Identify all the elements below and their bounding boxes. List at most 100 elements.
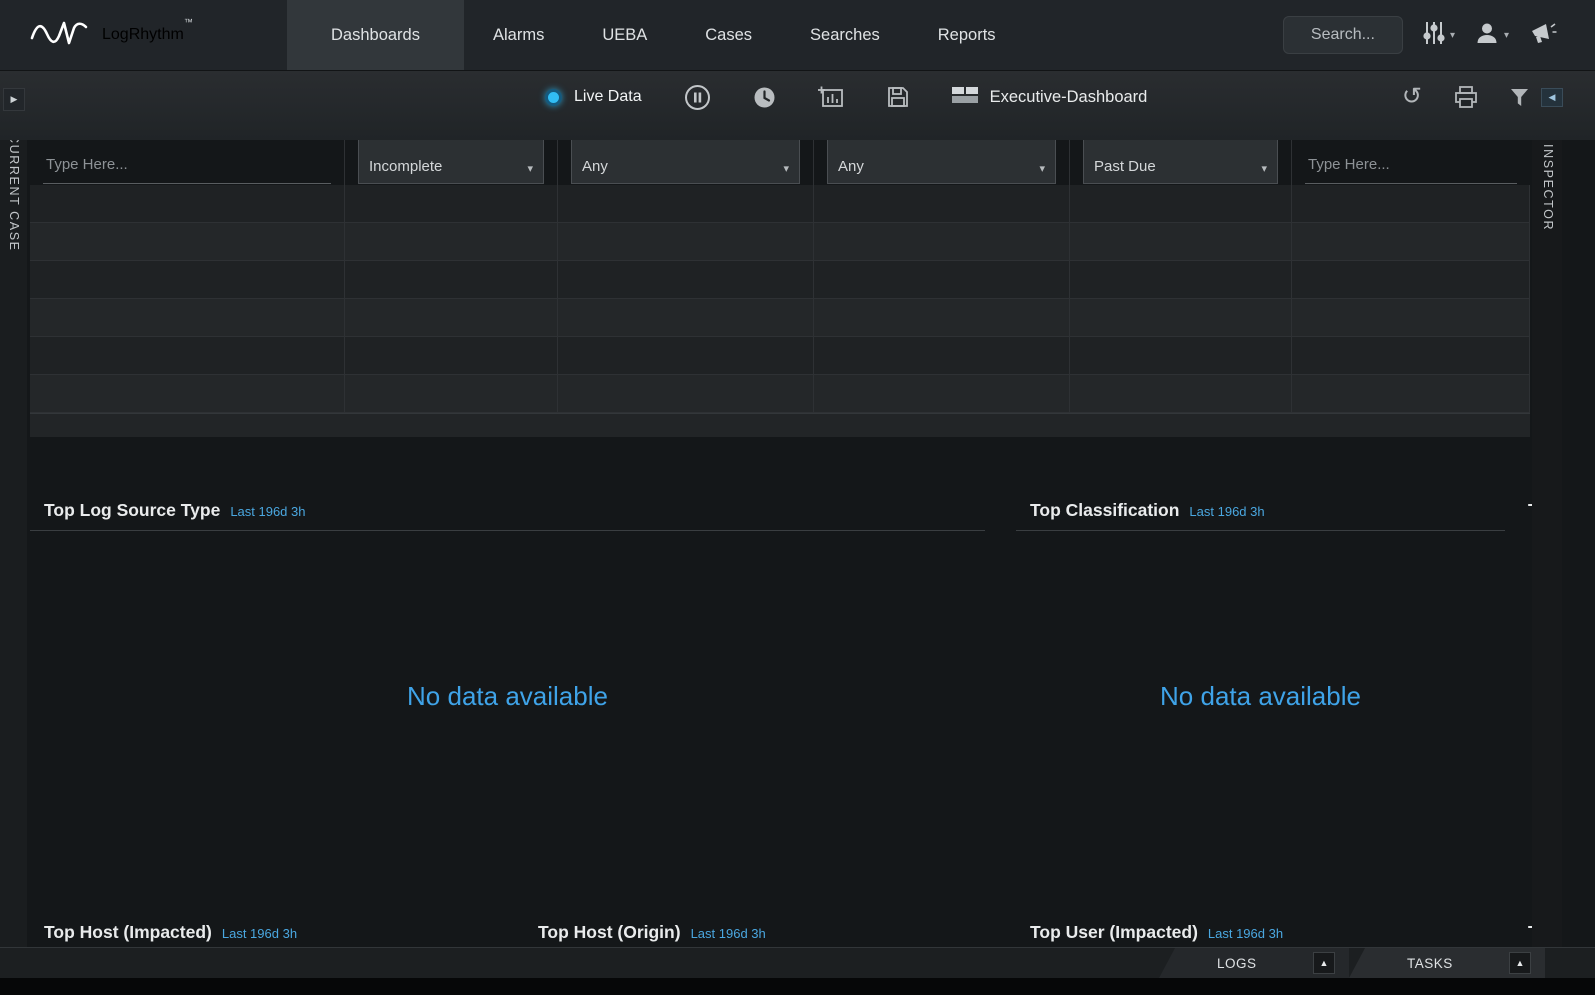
chevron-down-icon: ▾: [1261, 162, 1267, 175]
table-cell: [1070, 337, 1292, 374]
tab-reports[interactable]: Reports: [909, 0, 1025, 70]
user-icon: [1475, 21, 1499, 50]
brand-name: LogRhythm™: [102, 26, 193, 44]
time-range-button[interactable]: [753, 86, 776, 109]
live-data-radio-icon: [545, 89, 562, 106]
inspector-rail-label[interactable]: INSPECTOR: [1541, 144, 1555, 231]
filter-cell: Incomplete ▾: [345, 140, 558, 185]
due-date-filter-value: Past Due: [1094, 158, 1156, 175]
tasks-drawer-tab: TASKS ▲: [1349, 948, 1545, 978]
logrhythm-app: LogRhythm™ Dashboards Alarms UEBA Cases …: [0, 0, 1595, 995]
table-cell: [814, 375, 1070, 412]
tab-dashboards[interactable]: Dashboards: [287, 0, 464, 70]
owner-filter-input[interactable]: [1305, 140, 1517, 184]
table-cell: [558, 261, 814, 298]
table-cell: [345, 223, 558, 260]
cases-table-body: [30, 185, 1530, 413]
horizontal-scrollbar-track[interactable]: [30, 413, 1530, 437]
tab-alarms[interactable]: Alarms: [464, 0, 573, 70]
save-icon[interactable]: [886, 85, 910, 109]
logs-drawer-label[interactable]: LOGS: [1217, 956, 1257, 971]
chevron-down-icon: ▾: [1450, 30, 1455, 41]
tab-cases[interactable]: Cases: [676, 0, 781, 70]
brand: LogRhythm™: [0, 0, 287, 70]
widget-body: No data available: [30, 531, 985, 916]
table-cell: [1070, 261, 1292, 298]
table-cell: [345, 337, 558, 374]
filter-select-any-2[interactable]: Any ▾: [827, 140, 1056, 184]
table-cell: [558, 337, 814, 374]
chevron-down-icon: ▾: [527, 162, 533, 175]
widget-title: Top Classification: [1030, 500, 1179, 521]
table-cell: [558, 299, 814, 336]
toolbar-right-group: ↺: [1402, 71, 1529, 123]
table-cell: [30, 185, 345, 222]
table-cell: [345, 299, 558, 336]
live-data-toggle[interactable]: Live Data: [545, 88, 642, 106]
current-case-expand-button[interactable]: ▶: [3, 88, 25, 111]
tasks-expand-button[interactable]: ▲: [1509, 952, 1531, 974]
table-cell: [30, 261, 345, 298]
tasks-drawer-label[interactable]: TASKS: [1407, 956, 1453, 971]
current-case-rail-label[interactable]: CURRENT CASE: [7, 134, 21, 252]
bottom-edge-strip: [0, 978, 1595, 995]
dashboard-grid-icon: [952, 85, 978, 110]
add-widget-icon[interactable]: [818, 86, 844, 108]
filter-cell: Any ▾: [814, 140, 1070, 185]
table-cell: [1070, 299, 1292, 336]
widget-body: No data available: [1016, 531, 1505, 916]
filter-select-any-1[interactable]: Any ▾: [571, 140, 800, 184]
live-data-label: Live Data: [574, 88, 642, 106]
chevron-down-icon: ▾: [1504, 30, 1509, 41]
table-cell: [30, 299, 345, 336]
search-button[interactable]: Search...: [1283, 16, 1403, 54]
widget-title: Top Host (Impacted): [44, 922, 212, 943]
table-cell: [1070, 223, 1292, 260]
announcements-button[interactable]: [1529, 21, 1557, 50]
user-menu[interactable]: ▾: [1475, 21, 1509, 50]
filter-cell: [1292, 140, 1530, 185]
widget-time-range: Last 196d 3h: [1189, 504, 1264, 519]
filter-cell: [30, 140, 345, 185]
table-row: [30, 261, 1530, 299]
dashboard-selector[interactable]: Executive-Dashboard: [952, 85, 1148, 110]
settings-menu[interactable]: ▾: [1423, 20, 1455, 51]
logrhythm-wave-icon: [30, 14, 88, 57]
widget-header: Top Classification Last 196d 3h: [1016, 497, 1505, 531]
filter-icon[interactable]: [1510, 88, 1529, 106]
table-cell: [1292, 375, 1530, 412]
widget-top-log-source-type: Top Log Source Type Last 196d 3h No data…: [30, 497, 985, 920]
widget-title: Top Log Source Type: [44, 500, 220, 521]
inspector-rail: INSPECTOR: [1532, 140, 1562, 947]
undo-icon[interactable]: ↺: [1402, 85, 1422, 109]
toolbar-center-group: Live Data: [545, 71, 1147, 123]
table-cell: [814, 261, 1070, 298]
widget-time-range: Last 196d 3h: [222, 926, 297, 941]
table-cell: [558, 223, 814, 260]
top-navigation-bar: LogRhythm™ Dashboards Alarms UEBA Cases …: [0, 0, 1595, 71]
table-row: [30, 185, 1530, 223]
tab-searches[interactable]: Searches: [781, 0, 909, 70]
filter-value: Any: [838, 158, 864, 175]
inspector-collapse-button[interactable]: ◀: [1541, 88, 1563, 107]
cases-filter-row: Incomplete ▾ Any ▾ Any ▾ Past Due ▾: [30, 140, 1530, 185]
brand-trademark: ™: [184, 17, 193, 27]
table-cell: [345, 375, 558, 412]
tab-ueba[interactable]: UEBA: [573, 0, 676, 70]
logs-drawer-tab: LOGS ▲: [1159, 948, 1349, 978]
status-filter-select[interactable]: Incomplete ▾: [358, 140, 544, 184]
table-row: [30, 375, 1530, 413]
print-icon[interactable]: [1454, 86, 1478, 108]
widget-title: Top Host (Origin): [538, 922, 681, 943]
table-cell: [1292, 261, 1530, 298]
table-cell: [558, 375, 814, 412]
pause-button[interactable]: [684, 84, 711, 111]
main-nav: Dashboards Alarms UEBA Cases Searches Re…: [287, 0, 1025, 70]
table-cell: [345, 261, 558, 298]
table-row: [30, 337, 1530, 375]
table-cell: [814, 185, 1070, 222]
widget-top-classification: Top Classification Last 196d 3h No data …: [1016, 497, 1505, 920]
case-name-filter-input[interactable]: [43, 140, 331, 184]
logs-expand-button[interactable]: ▲: [1313, 952, 1335, 974]
due-date-filter-select[interactable]: Past Due ▾: [1083, 140, 1278, 184]
